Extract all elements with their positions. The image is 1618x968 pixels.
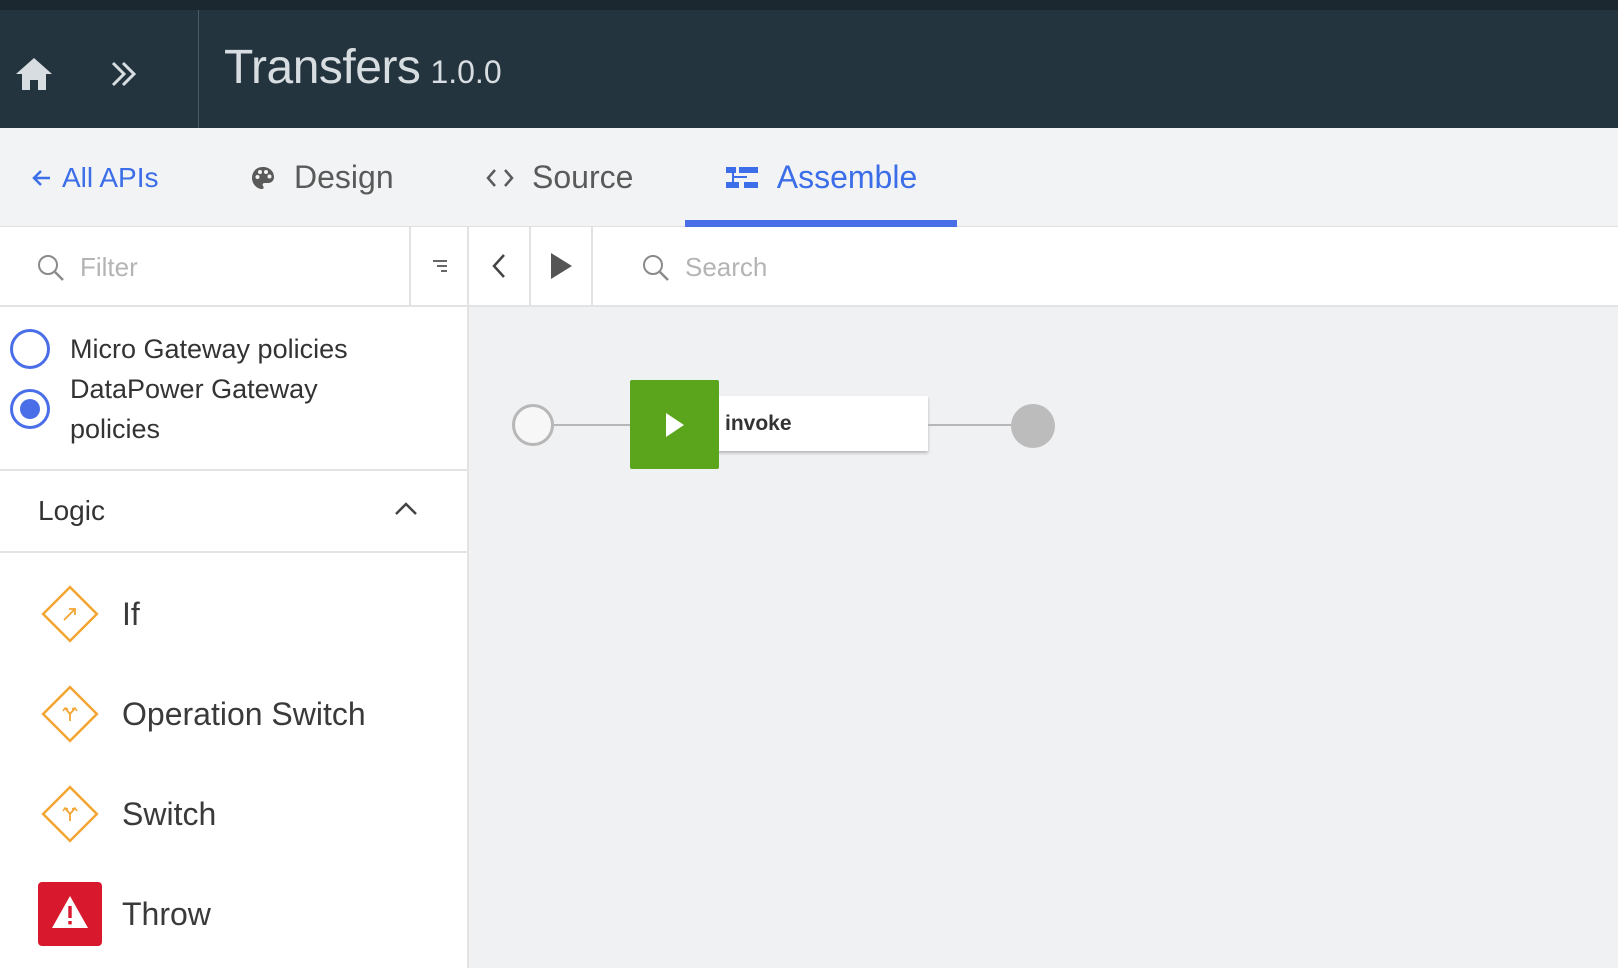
policy-throw-label: Throw xyxy=(122,895,211,932)
palette-sort-button[interactable] xyxy=(409,227,469,305)
flow-start-node xyxy=(512,404,554,446)
policy-if-label: If xyxy=(122,595,140,632)
throw-warning-icon xyxy=(36,880,104,948)
if-diamond-icon xyxy=(36,580,104,648)
active-tab-indicator xyxy=(685,220,957,227)
api-title: Transfers 1.0.0 xyxy=(224,40,502,95)
policy-if[interactable]: If xyxy=(0,564,467,664)
tab-assemble[interactable]: Assemble xyxy=(685,128,957,227)
logic-section-header[interactable]: Logic xyxy=(0,471,467,553)
sort-lines-icon xyxy=(433,260,447,272)
logic-section-label: Logic xyxy=(38,495,105,526)
datapower-gateway-label[interactable]: DataPower Gateway policies xyxy=(70,369,370,449)
code-brackets-icon xyxy=(486,167,514,189)
home-button[interactable] xyxy=(10,50,58,98)
palette-filter-input[interactable] xyxy=(80,247,400,287)
assemble-flow-icon xyxy=(725,165,759,191)
collapse-palette-button[interactable] xyxy=(469,227,531,305)
palette-filter-bar xyxy=(0,227,469,307)
flow-connector xyxy=(554,424,630,426)
all-apis-link[interactable]: All APIs xyxy=(30,128,158,227)
policy-operation-switch[interactable]: Operation Switch xyxy=(0,664,467,764)
api-version: 1.0.0 xyxy=(430,54,502,90)
tab-design[interactable]: Design xyxy=(250,128,394,227)
editor-tab-bar: All APIs Design Source Assemble xyxy=(0,128,1618,227)
invoke-policy-label: invoke xyxy=(725,411,792,435)
policy-switch[interactable]: Switch xyxy=(0,764,467,864)
chevron-up-icon xyxy=(393,499,419,522)
expand-nav-button[interactable] xyxy=(100,50,148,98)
arrow-left-icon xyxy=(30,166,54,190)
play-icon xyxy=(665,412,684,437)
gateway-type-selector: Micro Gateway policies DataPower Gateway… xyxy=(0,309,467,471)
double-chevron-right-icon xyxy=(111,61,137,87)
invoke-policy-icon[interactable] xyxy=(630,380,719,469)
tab-design-label: Design xyxy=(294,159,394,195)
datapower-gateway-radio[interactable] xyxy=(10,389,50,429)
app-header: Transfers 1.0.0 xyxy=(0,0,1618,128)
all-apis-label: All APIs xyxy=(62,161,159,193)
canvas-search-input[interactable] xyxy=(685,247,1285,287)
policy-throw[interactable]: Throw xyxy=(0,864,467,964)
search-icon xyxy=(36,253,66,288)
operation-switch-diamond-icon xyxy=(36,680,104,748)
play-icon xyxy=(551,253,572,279)
micro-gateway-radio[interactable] xyxy=(10,329,50,369)
flow-end-node xyxy=(1011,404,1055,448)
assembly-canvas[interactable]: invoke xyxy=(469,307,1618,968)
header-divider xyxy=(198,10,199,128)
chevron-left-icon xyxy=(492,254,505,278)
policy-operation-switch-label: Operation Switch xyxy=(122,695,366,732)
tab-assemble-label: Assemble xyxy=(776,159,918,195)
flow-connector xyxy=(928,424,1012,426)
test-run-button[interactable] xyxy=(531,227,593,305)
home-icon xyxy=(16,58,52,90)
api-name: Transfers xyxy=(224,41,421,94)
switch-diamond-icon xyxy=(36,780,104,848)
micro-gateway-label[interactable]: Micro Gateway policies xyxy=(70,329,348,369)
invoke-policy-card[interactable]: invoke xyxy=(709,396,928,451)
header-top-strip xyxy=(0,0,1618,10)
search-icon xyxy=(641,253,671,288)
palette-icon xyxy=(250,165,276,191)
tab-source-label: Source xyxy=(532,159,634,195)
tab-source[interactable]: Source xyxy=(486,128,633,227)
policy-switch-label: Switch xyxy=(122,795,217,832)
canvas-toolbar xyxy=(469,227,1618,307)
